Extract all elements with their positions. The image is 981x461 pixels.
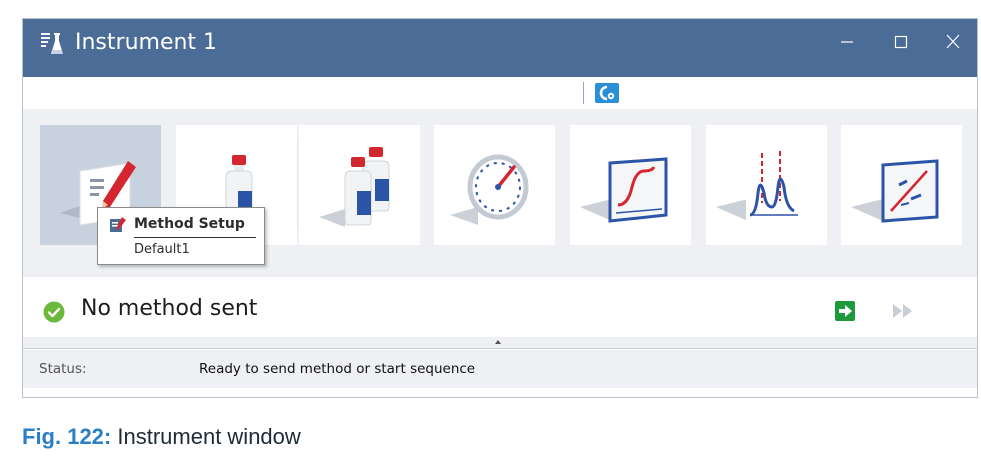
check-circle-icon <box>43 301 65 323</box>
menu-method[interactable]: Method <box>136 85 190 101</box>
status-bar: Status: Ready to send method or start se… <box>23 350 977 388</box>
fast-forward-icon[interactable] <box>891 301 915 321</box>
minimize-button[interactable] <box>829 29 865 55</box>
tooltip-divider <box>134 237 256 238</box>
status-value: Ready to send method or start sequence <box>199 361 476 377</box>
chromatogram-icon <box>580 157 668 223</box>
title-bar: Instrument 1 <box>23 19 977 77</box>
vial-sequence-icon <box>319 147 390 227</box>
menu-setting[interactable]: Setting <box>383 85 435 101</box>
calibration-icon <box>851 159 939 223</box>
control-center-icon[interactable] <box>594 82 620 104</box>
close-button[interactable] <box>935 29 971 55</box>
calibration-tile[interactable] <box>841 125 962 245</box>
instrument-app-icon <box>41 33 63 54</box>
menu-help[interactable]: Help <box>531 85 564 101</box>
minimize-icon <box>841 41 853 43</box>
method-status-text: No method sent <box>81 296 258 321</box>
status-label: Status: <box>39 361 87 377</box>
chromatogram-tile[interactable] <box>570 125 691 245</box>
send-method-button[interactable] <box>835 301 855 321</box>
tile-separator <box>297 139 298 229</box>
tooltip-title: Method Setup <box>134 216 245 232</box>
peak-integration-tile[interactable] <box>706 125 827 245</box>
figure-number: Fig. 122: <box>22 424 112 449</box>
tooltip-subtitle: Default1 <box>134 242 190 257</box>
menu-separator <box>582 82 584 104</box>
peak-integration-icon <box>716 151 800 223</box>
menu-bar: Instrument Method Analysis Evaluation Se… <box>37 81 620 105</box>
panel-splitter[interactable] <box>23 337 977 349</box>
collapse-arrow-icon[interactable] <box>495 340 501 344</box>
menu-evaluation[interactable]: Evaluation <box>288 85 365 101</box>
maximize-icon <box>894 35 908 49</box>
window-title: Instrument 1 <box>75 30 218 55</box>
method-setup-small-icon <box>110 217 126 232</box>
vial-sequence-tile[interactable] <box>299 125 420 245</box>
gauge-icon <box>450 154 529 225</box>
method-status-row: No method sent <box>23 277 977 337</box>
figure-caption-text: Instrument window <box>117 424 301 449</box>
close-icon <box>946 34 960 49</box>
figure-caption: Fig. 122: Instrument window <box>22 424 301 450</box>
menu-analysis[interactable]: Analysis <box>209 85 269 101</box>
maximize-button[interactable] <box>883 29 919 55</box>
method-setup-tooltip: Method Setup Default1 <box>97 207 265 265</box>
menu-instrument[interactable]: Instrument <box>37 85 117 101</box>
menu-window[interactable]: Window <box>454 85 511 101</box>
gauge-tile[interactable] <box>434 125 555 245</box>
